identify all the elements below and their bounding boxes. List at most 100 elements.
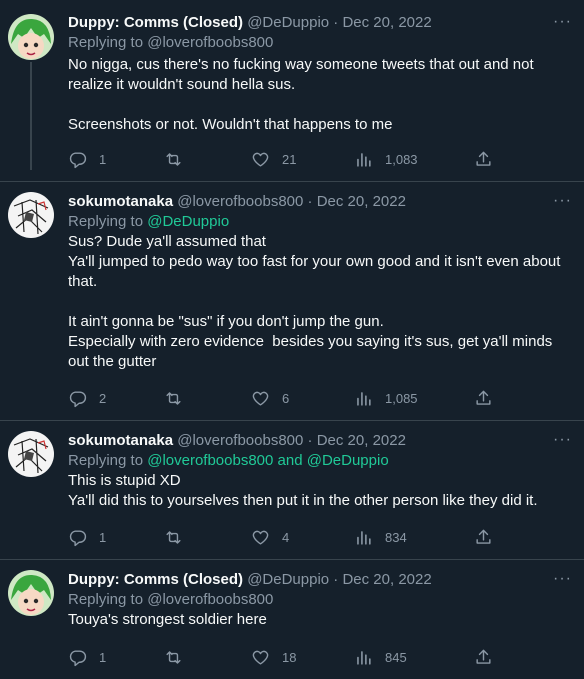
handle[interactable]: @loverofboobs800 (177, 432, 303, 449)
replying-to-account[interactable]: @loverofboobs800 and @DeDuppio (147, 452, 388, 469)
like-button[interactable]: 18 (251, 648, 296, 667)
views-button[interactable]: 845 (354, 648, 407, 667)
reply-button[interactable]: 1 (68, 150, 106, 169)
views-button[interactable]: 834 (354, 528, 407, 547)
avatar[interactable] (8, 431, 54, 477)
like-button[interactable]: 4 (251, 528, 289, 547)
timestamp[interactable]: Dec 20, 2022 (317, 193, 406, 210)
retweet-icon (166, 153, 181, 166)
reply-count: 2 (99, 391, 107, 406)
thread-line (30, 62, 32, 170)
reply-count: 1 (99, 530, 107, 545)
action-bar: 2 6 1,085 (68, 389, 508, 409)
handle[interactable]: @DeDuppio (247, 571, 329, 588)
action-bar: 1 18 845 (68, 648, 508, 668)
avatar[interactable] (8, 192, 54, 238)
separator: · (307, 193, 313, 210)
tweet[interactable]: Duppy: Comms (Closed) @DeDuppio · Dec 20… (68, 570, 574, 630)
share-button[interactable] (474, 648, 505, 667)
avatar[interactable] (8, 14, 54, 60)
separator: · (333, 571, 339, 588)
tweet[interactable]: Duppy: Comms (Closed) @DeDuppio · Dec 20… (68, 13, 574, 135)
action-bar: 1 4 834 (68, 528, 508, 548)
tweet[interactable]: sokumotanaka @loverofboobs800 · Dec 20, … (68, 192, 574, 372)
replying-to-label: Replying to (68, 452, 144, 469)
tweet-text: This is stupid XD Ya'll did this to your… (68, 472, 538, 509)
share-icon (476, 649, 491, 664)
reply-button[interactable]: 2 (68, 389, 106, 408)
display-name[interactable]: sokumotanaka (68, 432, 173, 449)
divider (0, 559, 584, 560)
share-button[interactable] (474, 389, 505, 408)
share-button[interactable] (474, 528, 505, 547)
retweet-button[interactable] (164, 389, 195, 408)
views-icon (357, 651, 371, 665)
action-bar: 1 21 1,083 (68, 150, 508, 170)
retweet-button[interactable] (164, 648, 195, 667)
views-count: 1,085 (385, 391, 418, 406)
share-icon (476, 529, 491, 544)
reply-count: 1 (99, 650, 107, 665)
reply-count: 1 (99, 152, 107, 167)
more-options-icon[interactable]: ··· (553, 431, 572, 449)
like-count: 6 (282, 391, 290, 406)
reply-button[interactable]: 1 (68, 648, 106, 667)
display-name[interactable]: sokumotanaka (68, 193, 173, 210)
like-count: 4 (282, 530, 290, 545)
separator: · (333, 14, 339, 31)
retweet-button[interactable] (164, 150, 195, 169)
share-button[interactable] (474, 150, 505, 169)
retweet-button[interactable] (164, 528, 195, 547)
tweet-header: Duppy: Comms (Closed) @DeDuppio · Dec 20… (68, 570, 574, 590)
like-icon (252, 391, 269, 406)
replying-to-account[interactable]: @DeDuppio (147, 213, 229, 230)
views-icon (357, 392, 371, 406)
more-options-icon[interactable]: ··· (553, 570, 572, 588)
separator: · (307, 432, 313, 449)
retweet-icon (166, 392, 181, 405)
handle[interactable]: @DeDuppio (247, 14, 329, 31)
views-icon (357, 153, 371, 167)
tweet-text: Sus? Dude ya'll assumed that Ya'll jumpe… (68, 233, 561, 370)
like-icon (252, 650, 269, 665)
views-count: 1,083 (385, 152, 418, 167)
replying-to: Replying to @loverofboobs800 (68, 33, 574, 53)
more-options-icon[interactable]: ··· (553, 13, 572, 31)
retweet-icon (166, 651, 181, 664)
sketch-avatar-image (8, 192, 54, 238)
green-hair-avatar-image (8, 570, 54, 616)
views-icon (357, 531, 371, 545)
views-button[interactable]: 1,083 (354, 150, 418, 169)
green-hair-avatar-image (8, 14, 54, 60)
reply-button[interactable]: 1 (68, 528, 106, 547)
like-count: 21 (282, 152, 297, 167)
more-options-icon[interactable]: ··· (553, 192, 572, 210)
tweet[interactable]: sokumotanaka @loverofboobs800 · Dec 20, … (68, 431, 574, 511)
replying-to: Replying to @loverofboobs800 (68, 590, 574, 610)
avatar[interactable] (8, 570, 54, 616)
views-count: 834 (385, 530, 407, 545)
display-name[interactable]: Duppy: Comms (Closed) (68, 14, 243, 31)
tweet-header: Duppy: Comms (Closed) @DeDuppio · Dec 20… (68, 13, 574, 33)
tweet-header: sokumotanaka @loverofboobs800 · Dec 20, … (68, 431, 574, 451)
replying-to-account[interactable]: @loverofboobs800 (147, 591, 273, 608)
tweet-header: sokumotanaka @loverofboobs800 · Dec 20, … (68, 192, 574, 212)
timestamp[interactable]: Dec 20, 2022 (342, 14, 431, 31)
replying-to: Replying to @loverofboobs800 and @DeDupp… (68, 451, 574, 471)
reply-icon (69, 152, 87, 169)
timestamp[interactable]: Dec 20, 2022 (317, 432, 406, 449)
tweet-text: Touya's strongest soldier here (68, 611, 267, 628)
tweet-text: No nigga, cus there's no fucking way som… (68, 56, 534, 133)
replying-to-account[interactable]: @loverofboobs800 (147, 34, 273, 51)
like-icon (252, 530, 269, 545)
display-name[interactable]: Duppy: Comms (Closed) (68, 571, 243, 588)
reply-icon (69, 391, 87, 408)
share-icon (476, 151, 491, 166)
handle[interactable]: @loverofboobs800 (177, 193, 303, 210)
like-button[interactable]: 6 (251, 389, 289, 408)
timestamp[interactable]: Dec 20, 2022 (342, 571, 431, 588)
divider (0, 420, 584, 421)
like-button[interactable]: 21 (251, 150, 296, 169)
divider (0, 181, 584, 182)
views-button[interactable]: 1,085 (354, 389, 418, 408)
